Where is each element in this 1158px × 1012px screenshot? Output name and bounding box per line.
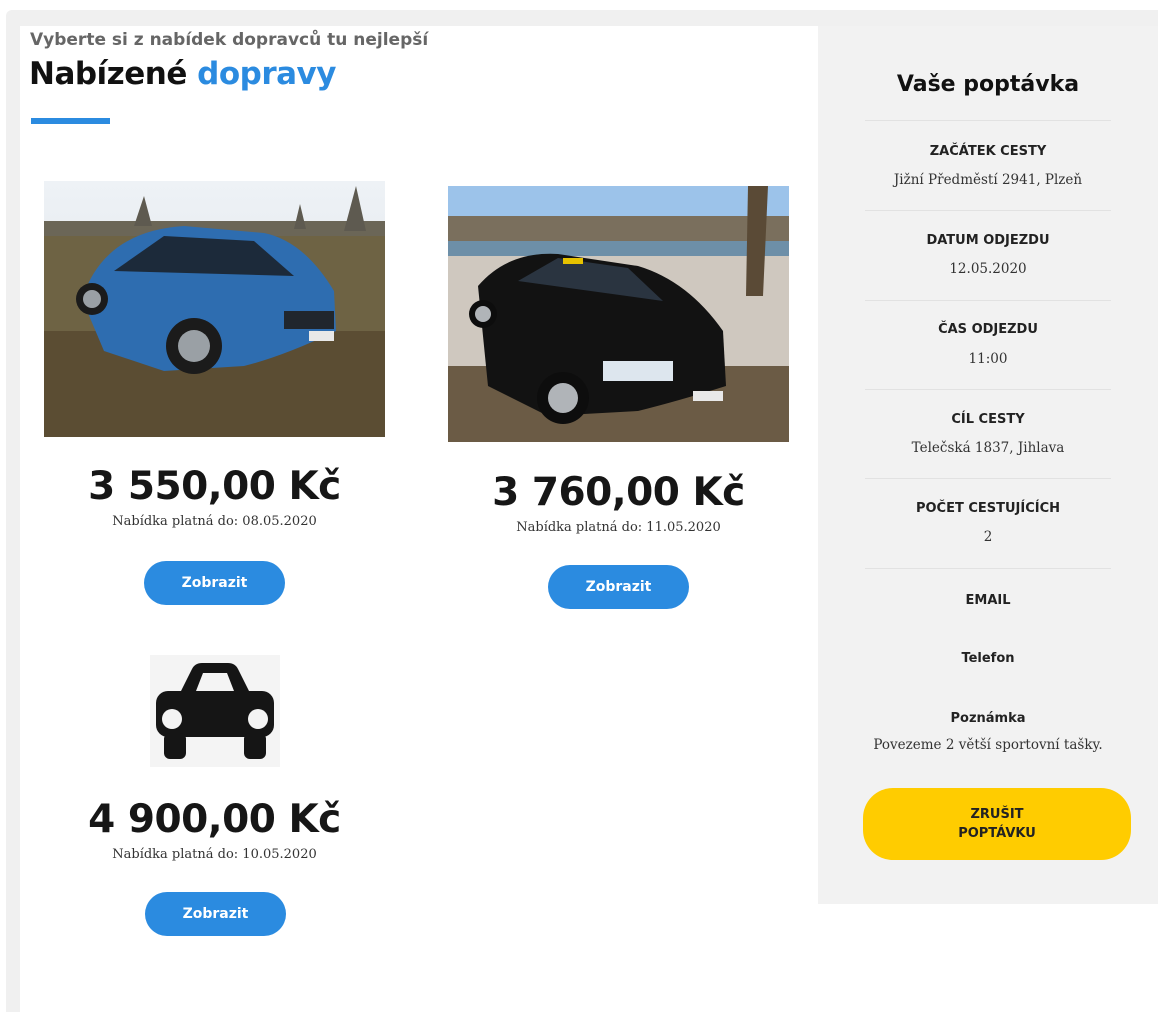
divider <box>865 568 1111 569</box>
field-label-email: EMAIL <box>965 593 1011 608</box>
field-label-phone: Telefon <box>961 651 1015 666</box>
cancel-request-button[interactable]: ZRUŠIT POPTÁVKU <box>863 788 1131 860</box>
offer-valid-until: Nabídka platná do: 10.05.2020 <box>112 847 317 862</box>
field-label-passengers: POČET CESTUJÍCÍCH <box>915 501 1061 516</box>
field-value-time: 11:00 <box>968 351 1008 367</box>
offer-card: 3 550,00 Kč Nabídka platná do: 08.05.202… <box>44 181 385 621</box>
divider <box>865 300 1111 301</box>
page-title: Nabízené dopravy <box>29 56 336 92</box>
divider <box>865 120 1111 121</box>
page-title-accent: dopravy <box>197 56 336 92</box>
show-offer-button[interactable]: Zobrazit <box>145 892 286 936</box>
field-label-destination: CÍL CESTY <box>951 412 1025 427</box>
black-taxi-car-photo <box>448 186 789 442</box>
title-underline <box>31 118 110 124</box>
car-icon <box>150 655 280 767</box>
field-value-destination: Telečská 1837, Jihlava <box>911 440 1065 456</box>
offer-valid-until: Nabídka platná do: 08.05.2020 <box>112 514 317 529</box>
field-value-date: 12.05.2020 <box>949 261 1027 277</box>
offer-price: 3 550,00 Kč <box>88 464 341 509</box>
offer-card: 3 760,00 Kč Nabídka platná do: 11.05.202… <box>448 186 789 626</box>
field-value-note: Povezeme 2 větší sportovní tašky. <box>873 737 1103 753</box>
divider <box>865 389 1111 390</box>
offer-valid-until: Nabídka platná do: 11.05.2020 <box>516 520 721 535</box>
show-offer-button[interactable]: Zobrazit <box>144 561 285 605</box>
cancel-button-line2: POPTÁVKU <box>958 826 1036 841</box>
sidebar-title: Vaše poptávka <box>896 72 1080 97</box>
field-value-start: Jižní Předměstí 2941, Plzeň <box>893 172 1083 188</box>
request-summary-sidebar: Vaše poptávka ZAČÁTEK CESTY Jižní Předmě… <box>818 26 1158 904</box>
field-value-passengers: 2 <box>983 529 993 545</box>
cancel-button-line1: ZRUŠIT <box>970 807 1024 822</box>
page-title-main: Nabízené <box>29 56 187 92</box>
show-offer-button[interactable]: Zobrazit <box>548 565 689 609</box>
blue-station-wagon-photo <box>44 181 385 437</box>
divider <box>865 210 1111 211</box>
field-label-date: DATUM ODJEZDU <box>926 233 1050 248</box>
page-subtitle: Vyberte si z nabídek dopravců tu nejlepš… <box>30 30 429 50</box>
offer-price: 4 900,00 Kč <box>88 797 341 842</box>
divider <box>865 478 1111 479</box>
offer-card: 4 900,00 Kč Nabídka platná do: 10.05.202… <box>44 655 385 945</box>
field-label-start: ZAČÁTEK CESTY <box>929 144 1047 159</box>
offer-price: 3 760,00 Kč <box>492 470 745 515</box>
field-label-time: ČAS ODJEZDU <box>938 322 1038 337</box>
field-label-note: Poznámka <box>950 711 1026 726</box>
